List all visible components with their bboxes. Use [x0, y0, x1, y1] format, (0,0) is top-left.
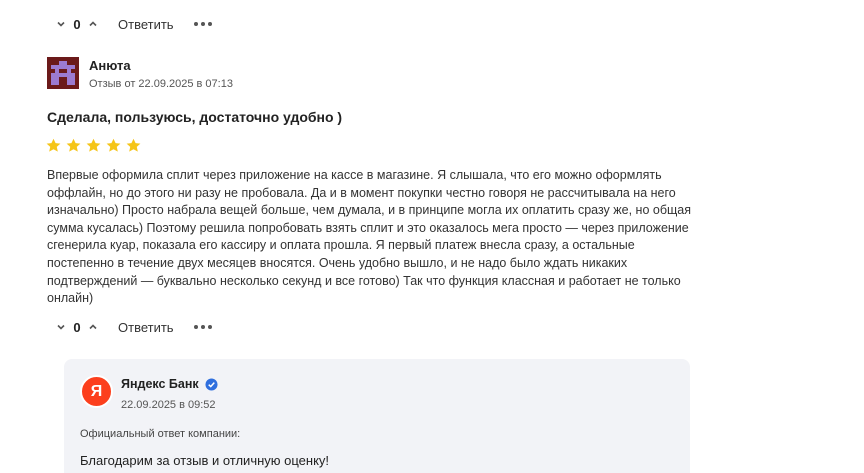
- vote-up-button[interactable]: [84, 317, 102, 337]
- vote-down-button[interactable]: [52, 14, 70, 34]
- avatar[interactable]: [47, 57, 79, 89]
- star-icon: [46, 138, 61, 152]
- star-icon: [126, 138, 141, 152]
- company-reply-card: Я Яндекс Банк 22.09.2025 в 09:52 Официал…: [64, 359, 690, 473]
- more-options-button[interactable]: [193, 18, 212, 30]
- verified-badge-icon: [205, 377, 218, 391]
- star-icon: [106, 138, 121, 152]
- reply-button[interactable]: Ответить: [118, 320, 174, 335]
- dot-icon: [207, 325, 212, 329]
- official-reply-label: Официальный ответ компании:: [80, 428, 241, 440]
- dot-icon: [200, 22, 205, 26]
- more-options-button[interactable]: [193, 321, 212, 333]
- dot-icon: [193, 22, 198, 26]
- rating-stars: [45, 137, 142, 154]
- dot-icon: [207, 22, 212, 26]
- review-author[interactable]: Анюта: [89, 58, 131, 73]
- review-date: Отзыв от 22.09.2025 в 07:13: [89, 78, 233, 90]
- reply-text: Благодарим за отзыв и отличную оценку!: [80, 453, 330, 468]
- vote-count: 0: [73, 16, 81, 32]
- vote-up-button[interactable]: [84, 14, 102, 34]
- company-name-row: Яндекс Банк: [121, 377, 218, 391]
- dot-icon: [193, 325, 198, 329]
- review-actions: 0 Ответить: [52, 317, 212, 337]
- review-title: Сделала, пользуюсь, достаточно удобно ): [47, 109, 343, 125]
- company-name[interactable]: Яндекс Банк: [121, 377, 199, 391]
- vote-count: 0: [73, 319, 81, 335]
- vote-down-button[interactable]: [52, 317, 70, 337]
- reply-date: 22.09.2025 в 09:52: [121, 399, 216, 411]
- star-icon: [66, 138, 81, 152]
- star-icon: [86, 138, 101, 152]
- chevron-down-icon: [57, 21, 65, 27]
- chevron-up-icon: [89, 324, 97, 330]
- review-body: Впервые оформила сплит через приложение …: [47, 168, 691, 306]
- dot-icon: [200, 325, 205, 329]
- reply-button[interactable]: Ответить: [118, 17, 174, 32]
- yandex-bank-logo[interactable]: Я: [80, 375, 113, 408]
- chevron-down-icon: [57, 324, 65, 330]
- prev-review-actions: 0 Ответить: [52, 14, 212, 34]
- chevron-up-icon: [89, 21, 97, 27]
